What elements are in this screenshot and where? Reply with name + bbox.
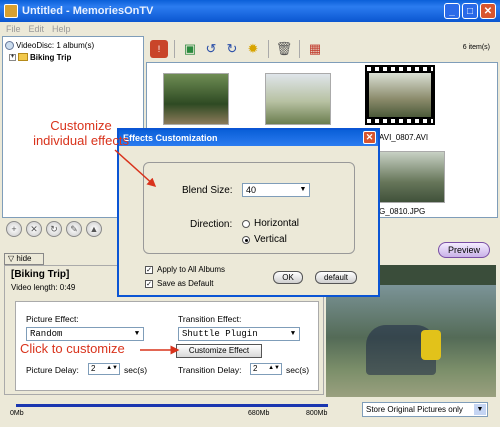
ok-button[interactable]: OK: [273, 271, 303, 284]
picture-delay-label: Picture Delay:: [26, 365, 79, 375]
tick-label-800: 800Mb: [306, 410, 328, 417]
dialog-title: Effects Customization: [123, 133, 218, 143]
tree-root[interactable]: VideoDisc: 1 album(s): [5, 39, 141, 51]
blend-size-label: Blend Size:: [182, 185, 233, 196]
transition-delay-label: Transition Delay:: [178, 365, 242, 375]
customize-effect-button[interactable]: Customize Effect: [176, 344, 262, 358]
refresh-icon[interactable]: ↻: [46, 221, 62, 237]
vertical-radio[interactable]: [242, 236, 250, 244]
edit-icon[interactable]: ✎: [66, 221, 82, 237]
direction-label: Direction:: [190, 219, 233, 230]
dialog-titlebar: Effects Customization ✕: [119, 130, 378, 146]
hide-tab-label: hide: [16, 254, 32, 263]
apply-all-label: Apply to All Albums: [157, 265, 226, 274]
menu-file[interactable]: File: [6, 22, 21, 36]
transition-delay-unit: sec(s): [286, 365, 310, 375]
menu-edit[interactable]: Edit: [29, 22, 45, 36]
minimize-button[interactable]: _: [444, 3, 460, 19]
album-title: [Biking Trip]: [11, 269, 70, 280]
picture-effect-label: Picture Effect:: [26, 314, 79, 324]
blend-size-select[interactable]: 40 ▼: [242, 183, 310, 197]
transition-effect-value: Shuttle Plugin: [182, 329, 258, 339]
rotate-left-icon[interactable]: ↺: [202, 40, 220, 58]
tree-album-label: Biking Trip: [30, 52, 72, 62]
disc-icon: [5, 40, 14, 50]
spinner-arrows-icon[interactable]: ▲▼: [106, 363, 118, 373]
photo-thumbnail[interactable]: [163, 73, 229, 125]
move-up-icon[interactable]: ▲: [86, 221, 102, 237]
save-default-checkbox[interactable]: ✓: [145, 280, 153, 288]
tick-label-0: 0Mb: [10, 410, 24, 417]
folder-icon: [18, 53, 28, 61]
transition-effect-select[interactable]: Shuttle Plugin ▼: [178, 327, 300, 341]
delete-trash-icon[interactable]: 🗑: [275, 40, 293, 58]
transition-delay-value: 2: [253, 364, 258, 373]
picture-delay-unit: sec(s): [124, 365, 148, 375]
blend-size-value: 40: [246, 185, 257, 195]
add-album-icon[interactable]: +: [6, 221, 22, 237]
tree-root-label: VideoDisc: 1 album(s): [16, 40, 95, 50]
store-option-select[interactable]: Store Original Pictures only ▼: [362, 402, 488, 417]
chevron-down-icon[interactable]: ▼: [474, 404, 486, 415]
default-button[interactable]: default: [315, 271, 357, 284]
chevron-down-icon[interactable]: ▼: [298, 185, 308, 195]
app-icon: [4, 4, 18, 18]
transition-effect-label: Transition Effect:: [178, 314, 242, 324]
add-photo-icon[interactable]: ▣: [181, 40, 199, 58]
photo-toolbar: ! ▣ ↺ ↻ ✹ 🗑 ▦ 6 item(s): [146, 36, 498, 62]
picture-delay-spinner[interactable]: 2 ▲▼: [88, 363, 120, 375]
menu-help[interactable]: Help: [52, 22, 71, 36]
menu-bar: File Edit Help: [0, 22, 500, 36]
dialog-close-icon[interactable]: ✕: [363, 131, 376, 144]
rotate-right-icon[interactable]: ↻: [223, 40, 241, 58]
annotation-line-2: individual effects: [33, 133, 129, 148]
preview-button[interactable]: Preview: [438, 242, 490, 258]
photo-thumbnail[interactable]: [379, 151, 445, 203]
hide-tab[interactable]: ▽ hide: [4, 253, 44, 265]
horizontal-label: Horizontal: [254, 218, 300, 229]
transition-delay-spinner[interactable]: 2 ▲▼: [250, 363, 282, 375]
horizontal-radio[interactable]: [242, 220, 250, 228]
timeline-bar: 0Mb 680Mb 800Mb Store Original Pictures …: [0, 400, 500, 427]
remove-album-icon[interactable]: ✕: [26, 221, 42, 237]
video-length: Video length: 0:49: [11, 283, 76, 292]
grid-view-icon[interactable]: ▦: [306, 40, 324, 58]
effects-dialog: Effects Customization ✕ Blend Size: 40 ▼…: [117, 128, 380, 297]
store-option-value: Store Original Pictures only: [366, 405, 463, 414]
vertical-label: Vertical: [254, 234, 287, 245]
photo-thumbnail[interactable]: [265, 73, 331, 125]
annotation-click-to-customize: Click to customize: [20, 341, 125, 356]
size-track: [16, 404, 328, 407]
save-default-label: Save as Default: [157, 279, 214, 288]
picture-delay-value: 2: [91, 364, 96, 373]
tree-album-item[interactable]: + Biking Trip: [5, 51, 141, 63]
tick-label-680: 680Mb: [248, 410, 270, 417]
video-thumbnail[interactable]: [365, 65, 435, 125]
picture-effect-value: Random: [30, 329, 63, 339]
chevron-down-icon[interactable]: ▼: [288, 329, 298, 339]
album-icon[interactable]: !: [150, 40, 168, 58]
expand-icon[interactable]: +: [9, 53, 16, 61]
dialog-options-box: Blend Size: 40 ▼ Direction: Horizontal V…: [143, 162, 355, 254]
apply-all-checkbox[interactable]: ✓: [145, 266, 153, 274]
annotation-line-1: Customize: [50, 118, 112, 133]
chevron-down-icon[interactable]: ▼: [132, 329, 142, 339]
spinner-arrows-icon[interactable]: ▲▼: [268, 363, 280, 373]
photo-caption: G_0810.JPG: [379, 207, 426, 216]
window-titlebar: Untitled - MemoriesOnTV _ □ ✕: [0, 0, 500, 22]
item-count: 6 item(s): [462, 44, 490, 51]
video-caption: AVI_0807.AVI: [379, 133, 429, 142]
close-button[interactable]: ✕: [480, 3, 496, 19]
annotation-customize-individual: Customize individual effects: [26, 118, 136, 148]
settings-gear-icon[interactable]: ✹: [244, 40, 262, 58]
picture-effect-select[interactable]: Random ▼: [26, 327, 144, 341]
window-title: Untitled - MemoriesOnTV: [22, 5, 154, 17]
maximize-button[interactable]: □: [462, 3, 478, 19]
